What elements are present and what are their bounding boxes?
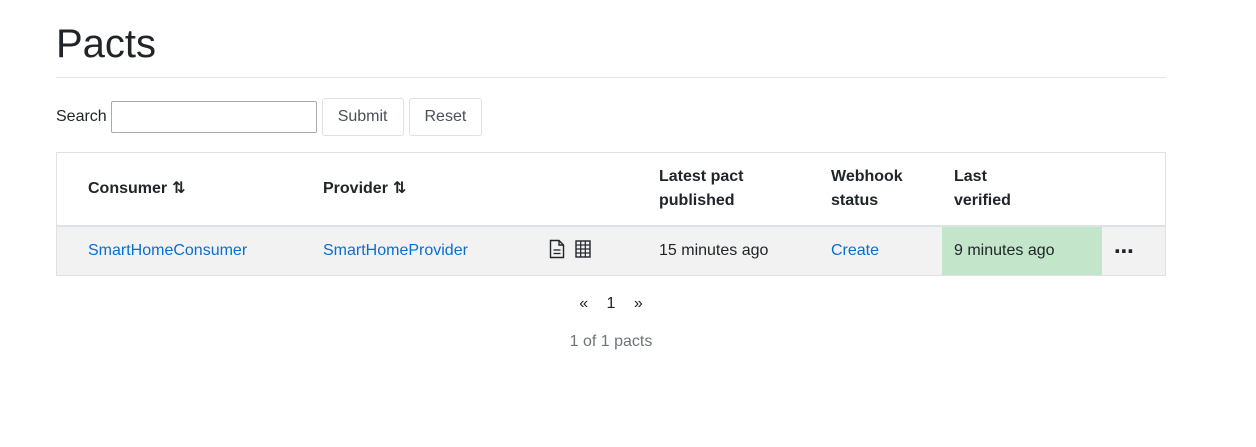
more-options-icon[interactable]: ⋯: [1114, 241, 1135, 263]
results-count: 1 of 1 pacts: [569, 333, 653, 350]
header-provider[interactable]: Provider ⇅: [311, 153, 537, 227]
header-last-verified: Last verified: [942, 153, 1102, 227]
page-number[interactable]: 1: [607, 295, 616, 313]
header-icons: [537, 153, 647, 227]
actions-cell: ⋯: [1102, 226, 1165, 275]
document-icon[interactable]: [549, 239, 565, 264]
header-latest-line2: published: [659, 192, 735, 209]
provider-link[interactable]: SmartHomeProvider: [323, 242, 468, 259]
page-container: Pacts Search Submit Reset Consumer ⇅ Prov…: [56, 0, 1166, 351]
page-title: Pacts: [56, 0, 1166, 78]
header-verified-line2: verified: [954, 192, 1011, 209]
header-actions: [1102, 153, 1165, 227]
consumer-cell: SmartHomeConsumer: [76, 226, 311, 275]
row-spacer: [57, 226, 76, 275]
prev-page-link[interactable]: «: [579, 295, 588, 313]
webhook-status-cell: Create: [819, 226, 942, 275]
matrix-icon[interactable]: [575, 239, 592, 263]
submit-button[interactable]: Submit: [321, 98, 404, 136]
icons-cell: [537, 226, 647, 275]
search-form: Search Submit Reset: [56, 98, 1166, 136]
next-page-link[interactable]: »: [634, 295, 643, 313]
header-webhook-status: Webhook status: [819, 153, 942, 227]
header-webhook-line2: status: [831, 192, 879, 209]
header-webhook-line1: Webhook: [831, 168, 903, 185]
last-verified-cell: 9 minutes ago: [942, 226, 1102, 275]
header-spacer: [57, 153, 76, 227]
search-label: Search: [56, 108, 107, 125]
header-latest-pact: Latest pact published: [647, 153, 819, 227]
reset-button[interactable]: Reset: [408, 98, 483, 136]
sort-icon[interactable]: ⇅: [393, 177, 406, 201]
sort-icon[interactable]: ⇅: [172, 177, 185, 201]
pacts-table: Consumer ⇅ Provider ⇅ Latest pact publishe…: [56, 152, 1166, 276]
header-verified-line1: Last: [954, 168, 987, 185]
create-webhook-link[interactable]: Create: [831, 242, 879, 259]
latest-pact-cell: 15 minutes ago: [647, 226, 819, 275]
search-input[interactable]: [110, 101, 317, 133]
consumer-link[interactable]: SmartHomeConsumer: [88, 242, 247, 259]
header-consumer-label: Consumer: [88, 180, 168, 197]
table-header-row: Consumer ⇅ Provider ⇅ Latest pact publishe…: [57, 153, 1165, 227]
header-latest-line1: Latest pact: [659, 168, 744, 185]
table-row: SmartHomeConsumer SmartHomeProvider 15 m…: [57, 226, 1165, 275]
header-provider-label: Provider: [323, 180, 388, 197]
pagination: « 1 »: [56, 295, 1166, 313]
header-consumer[interactable]: Consumer ⇅: [76, 153, 311, 227]
provider-cell: SmartHomeProvider: [311, 226, 537, 275]
